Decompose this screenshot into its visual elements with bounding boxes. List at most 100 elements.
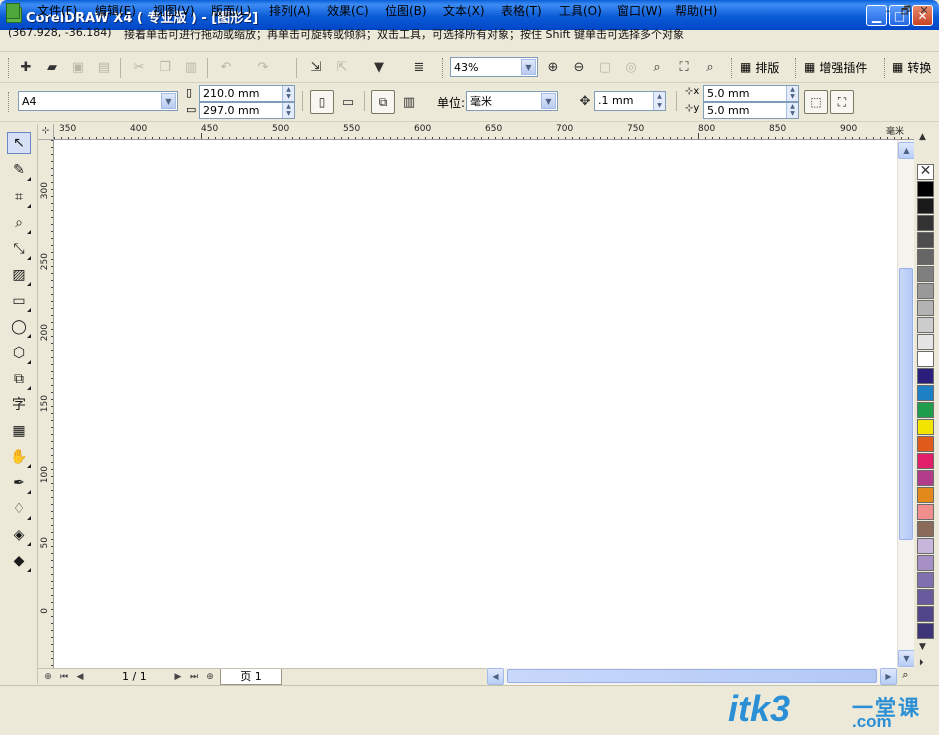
rectangle-tool-icon[interactable]: ▭ — [7, 290, 31, 312]
palette-swatch[interactable] — [917, 249, 934, 265]
menu-arrange[interactable]: 排列(A) — [269, 3, 311, 20]
palette-scroll-down-icon[interactable]: ▼ — [919, 642, 926, 652]
menu-table[interactable]: 表格(T) — [501, 3, 542, 20]
palette-swatch[interactable] — [917, 538, 934, 554]
enhance-plugin-button[interactable]: ▦ 增强插件 — [804, 56, 867, 78]
mdi-restore-button[interactable]: 🗗 — [898, 3, 914, 18]
chevron-down-icon[interactable]: ▼ — [541, 93, 556, 109]
horizontal-ruler[interactable]: 350 400 450 500 550 600 650 700 750 800 850 900 — [54, 124, 914, 140]
palette-swatch[interactable] — [917, 470, 934, 486]
freehand-tool-icon[interactable]: ⤡ — [7, 238, 31, 260]
scroll-left-icon[interactable]: ◀ — [487, 668, 504, 685]
corel-online-icon[interactable]: ≣ — [408, 56, 430, 78]
palette-swatch[interactable] — [917, 232, 934, 248]
spin-arrows-icon[interactable]: ▲ ▼ — [653, 92, 665, 110]
spin-arrows-icon[interactable]: ▲ ▼ — [786, 86, 798, 101]
export-icon[interactable]: ⇱ — [331, 56, 353, 78]
table-tool-icon[interactable]: ▦ — [7, 420, 31, 442]
palette-swatch[interactable] — [917, 623, 934, 639]
palette-swatch[interactable] — [917, 283, 934, 299]
toolbar-grip[interactable] — [442, 58, 445, 78]
application-launcher-icon[interactable]: ▼ — [368, 56, 390, 78]
menu-edit[interactable]: 编辑(E) — [95, 3, 136, 20]
palette-swatch[interactable] — [917, 181, 934, 197]
zoom-all-objects-icon[interactable]: ◎ — [620, 56, 642, 78]
zoom-out-icon[interactable]: ⊖ — [568, 56, 590, 78]
first-page-icon[interactable]: ⏮ — [58, 670, 70, 684]
add-page-before-icon[interactable]: ⊕ — [42, 670, 54, 684]
duplicate-distance-x-input[interactable]: 5.0 mm ▲ ▼ — [703, 85, 799, 102]
palette-swatch[interactable] — [917, 589, 934, 605]
palette-swatch[interactable] — [917, 385, 934, 401]
zoom-tool-icon[interactable]: ⌕ — [7, 212, 31, 234]
palette-swatch[interactable] — [917, 436, 934, 452]
palette-flyout-icon[interactable]: ⏵ — [919, 658, 924, 668]
copy-icon[interactable]: ❐ — [154, 56, 176, 78]
redo-icon[interactable]: ↷ — [252, 56, 274, 78]
landscape-icon[interactable]: ▭ — [337, 91, 359, 113]
menu-window[interactable]: 窗口(W) — [617, 3, 662, 20]
next-page-icon[interactable]: ▶ — [172, 670, 184, 684]
zoom-selected-icon[interactable]: ▢ — [594, 56, 616, 78]
menu-bitmaps[interactable]: 位图(B) — [385, 3, 427, 20]
palette-swatch[interactable] — [917, 266, 934, 282]
mdi-minimize-button[interactable]: – — [880, 3, 896, 18]
new-document-icon[interactable]: ✚ — [15, 56, 37, 78]
paste-icon[interactable]: ▥ — [180, 56, 202, 78]
no-color-swatch[interactable]: ✕ — [917, 164, 934, 180]
smart-fill-tool-icon[interactable]: ▨ — [7, 264, 31, 286]
interactive-blend-tool-icon[interactable]: ✋ — [7, 446, 31, 468]
palette-swatch[interactable] — [917, 215, 934, 231]
save-icon[interactable]: ▣ — [67, 56, 89, 78]
menu-help[interactable]: 帮助(H) — [675, 3, 717, 20]
menu-tools[interactable]: 工具(O) — [559, 3, 602, 20]
palette-swatch[interactable] — [917, 521, 934, 537]
nudge-offset-input[interactable]: .1 mm ▲ ▼ — [594, 91, 666, 111]
print-icon[interactable]: ▤ — [93, 56, 115, 78]
mdi-close-button[interactable]: ✕ — [916, 3, 932, 18]
import-icon[interactable]: ⇲ — [305, 56, 327, 78]
zoom-page-icon[interactable]: ⌕ — [646, 56, 668, 78]
undo-icon[interactable]: ↶ — [215, 56, 237, 78]
portrait-button[interactable]: ▯ — [310, 90, 334, 114]
convert-button[interactable]: ▦ 转换 — [892, 56, 931, 78]
toolbar-grip[interactable] — [8, 58, 11, 78]
menu-effects[interactable]: 效果(C) — [327, 3, 369, 20]
toolbar-grip[interactable] — [795, 58, 798, 78]
zoom-level-combo[interactable]: 43% ▼ — [450, 57, 538, 77]
scroll-down-icon[interactable]: ▼ — [898, 650, 915, 667]
interactive-fill-tool-icon[interactable]: ◆ — [7, 550, 31, 572]
palette-swatch[interactable] — [917, 351, 934, 367]
ellipse-tool-icon[interactable]: ◯ — [7, 316, 31, 338]
vertical-ruler[interactable]: 300 250 200 150 100 50 0 — [38, 140, 54, 668]
palette-swatch[interactable] — [917, 572, 934, 588]
layout-button[interactable]: ▦ 排版 — [740, 56, 779, 78]
crop-tool-icon[interactable]: ⌗ — [7, 186, 31, 208]
fill-tool-icon[interactable]: ◈ — [7, 524, 31, 546]
chevron-down-icon[interactable]: ▼ — [161, 93, 176, 109]
palette-swatch[interactable] — [917, 504, 934, 520]
text-tool-icon[interactable]: 字 — [7, 393, 31, 415]
palette-swatch[interactable] — [917, 487, 934, 503]
document-icon[interactable] — [6, 3, 20, 19]
page-height-input[interactable]: 297.0 mm ▲ ▼ — [199, 102, 295, 119]
spin-arrows-icon[interactable]: ▲ ▼ — [282, 86, 294, 101]
menu-layout[interactable]: 版面(L) — [211, 3, 251, 20]
open-folder-icon[interactable]: ▰ — [41, 56, 63, 78]
scroll-right-icon[interactable]: ▶ — [880, 668, 897, 685]
palette-swatch[interactable] — [917, 419, 934, 435]
add-page-after-icon[interactable]: ⊕ — [204, 670, 216, 684]
drawing-canvas[interactable] — [54, 140, 897, 668]
menu-file[interactable]: 文件(F) — [37, 3, 77, 20]
unit-combo[interactable]: 毫米 ▼ — [466, 91, 558, 111]
horizontal-scrollbar[interactable]: ◀ ▶ — [487, 668, 897, 685]
eyedropper-tool-icon[interactable]: ✒ — [7, 472, 31, 494]
zoom-width-icon[interactable]: ⛶ — [673, 56, 695, 78]
page-tab[interactable]: 页 1 — [220, 669, 282, 685]
palette-swatch[interactable] — [917, 402, 934, 418]
edit-bounding-box-button[interactable]: ⛶ — [830, 90, 854, 114]
toolbar-grip[interactable] — [8, 92, 11, 112]
current-page-icon[interactable]: ▥ — [398, 91, 420, 113]
toolbar-grip[interactable] — [884, 58, 887, 78]
menu-text[interactable]: 文本(X) — [443, 3, 485, 20]
